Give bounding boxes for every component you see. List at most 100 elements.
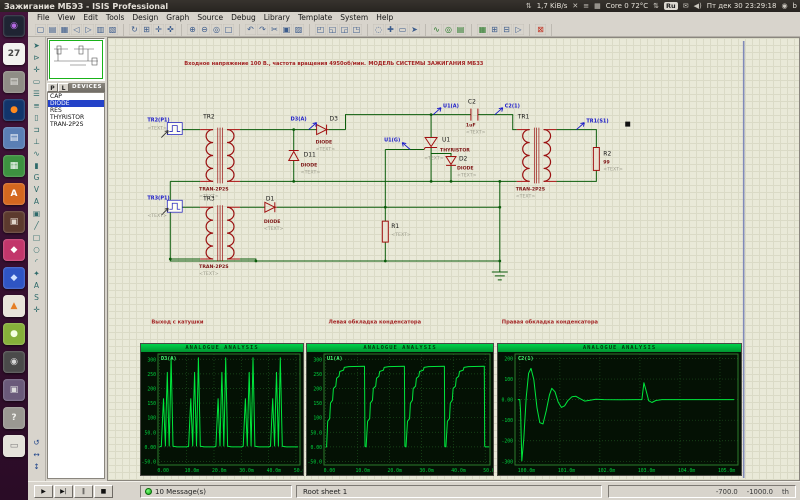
decompose-icon[interactable]: ➤ [409,24,420,35]
instrument-tool-icon[interactable]: ▣ [30,208,43,219]
launcher-calc[interactable]: ▦ [3,155,25,177]
launcher-firefox[interactable]: ● [3,99,25,121]
line-tool-icon[interactable]: ╱ [30,220,43,231]
zoom-area-icon[interactable]: □ [223,24,234,35]
zoom-all-icon[interactable]: ◎ [211,24,222,35]
junction-tool-icon[interactable]: ✛ [30,64,43,75]
property-tool-icon[interactable]: ▤ [455,24,466,35]
component-d1[interactable]: D1 DIODE <TEXT> [264,195,284,232]
launcher-purple-box[interactable]: ▣ [3,379,25,401]
launcher-dark-app[interactable]: ▣ [3,211,25,233]
launcher-camera[interactable]: ◉ [3,351,25,373]
bus-tool-icon[interactable]: ≡ [30,100,43,111]
pick-device-icon[interactable]: ◌ [373,24,384,35]
component-tool-icon[interactable]: ⊳ [30,52,43,63]
packaging-icon[interactable]: ▭ [397,24,408,35]
generator-tr3p1[interactable]: TR3(P1) <TEXT> [147,195,182,219]
menu-design[interactable]: Design [132,13,158,22]
redo-icon[interactable]: ↷ [257,24,268,35]
graph-tool-icon[interactable]: ∿ [30,148,43,159]
pick-devices-button[interactable]: P [47,83,58,92]
launcher-proteus[interactable]: ◉ [3,15,25,37]
block-rotate-icon[interactable]: ◲ [339,24,350,35]
mirror-v-button[interactable]: ↕ [30,461,43,472]
pause-button[interactable]: ‖ [74,485,93,498]
message-panel[interactable]: 10 Message(s) [140,485,292,498]
launcher-pink-app[interactable]: ◆ [3,239,25,261]
device-pin-tool-icon[interactable]: ⊥ [30,136,43,147]
graph-window-d3a[interactable]: ANALOGUE ANALYSIS 0.0010.0m20.0m30.0m40.… [140,343,304,476]
launcher-blue-app[interactable]: ◆ [3,267,25,289]
schematic-canvas[interactable]: Входное напряжение 100 В., частота враще… [107,37,800,481]
graph-window-u1a[interactable]: ANALOGUE ANALYSIS 0.0010.0m20.0m30.0m40.… [306,343,494,476]
component-tr1[interactable]: TR1 TRAN-2P2S <TEXT> [516,114,557,200]
new-sheet-icon[interactable]: ⊞ [489,24,500,35]
clock[interactable]: Пт дек 30 23:29:18 [707,2,777,10]
keyboard-layout-badge[interactable]: Ru [664,2,678,10]
cpu-temp[interactable]: Core 0 72°C [606,2,648,10]
box-tool-icon[interactable]: □ [30,232,43,243]
generator-tr2p1[interactable]: TR2(P1) <TEXT> [147,118,182,138]
probe-c21[interactable]: C2(1) [495,104,520,115]
make-device-icon[interactable]: ✚ [385,24,396,35]
play-button[interactable]: ▶ [34,485,53,498]
generator-tool-icon[interactable]: G [30,172,43,183]
launcher-orange-app[interactable]: A [3,183,25,205]
stop-button[interactable]: ■ [94,485,113,498]
menu-view[interactable]: View [58,13,76,22]
menu-edit[interactable]: Edit [83,13,98,22]
block-move-icon[interactable]: ◱ [327,24,338,35]
menu-file[interactable]: File [37,13,50,22]
launcher-green-app[interactable]: ● [3,323,25,345]
marker-tool-icon[interactable]: ✛ [30,304,43,315]
selection-tool-icon[interactable]: ➤ [30,40,43,51]
schematic-overview[interactable] [47,38,105,81]
erc-report-icon[interactable]: ⊠ [535,24,546,35]
launcher-trash[interactable]: ? [3,407,25,429]
wire-label-tool-icon[interactable]: ▭ [30,76,43,87]
session-icon[interactable]: ◉ [781,2,787,10]
menu-help[interactable]: Help [376,13,393,22]
component-r1[interactable]: R1 <TEXT> [382,221,411,242]
tape-recorder-tool-icon[interactable]: ▮ [30,160,43,171]
library-button[interactable]: L [58,83,69,92]
device-item-diode[interactable]: DIODE [48,100,104,107]
device-item-tran-2p2s[interactable]: TRAN-2P2S [48,121,104,128]
launcher-calendar[interactable]: 27 [3,43,25,65]
path-tool-icon[interactable]: ✦ [30,268,43,279]
print-area-icon[interactable]: ▧ [107,24,118,35]
network-arrows-icon[interactable]: ⇅ [526,2,532,10]
new-file-icon[interactable]: ▢ [35,24,46,35]
menu-graph[interactable]: Graph [166,13,189,22]
subcircuit-tool-icon[interactable]: ▯ [30,112,43,123]
search-tag-icon[interactable]: ◎ [443,24,454,35]
launcher-document[interactable]: ▤ [3,127,25,149]
print-icon[interactable]: ▥ [95,24,106,35]
indicator-icon-c[interactable]: ⇅ [653,2,659,10]
goto-sheet-icon[interactable]: ▷ [513,24,524,35]
component-c2[interactable]: C2 1uF <TEXT> [466,99,486,136]
step-button[interactable]: ▶| [54,485,73,498]
device-item-cap[interactable]: CAP [48,93,104,100]
menu-debug[interactable]: Debug [231,13,256,22]
probe-u1g[interactable]: U1(G) [384,138,410,150]
graph-window-c21[interactable]: ANALOGUE ANALYSIS 100.0m101.0m102.0m103.… [497,343,742,476]
device-item-res[interactable]: RES [48,107,104,114]
remove-sheet-icon[interactable]: ⊟ [501,24,512,35]
circle-tool-icon[interactable]: ○ [30,244,43,255]
launcher-files[interactable]: ▤ [3,71,25,93]
probe-tr1s1[interactable]: TR1(S1) [576,119,630,130]
redraw-icon[interactable]: ↻ [129,24,140,35]
undo-icon[interactable]: ↶ [245,24,256,35]
symbol-tool-icon[interactable]: S [30,292,43,303]
menu-source[interactable]: Source [197,13,223,22]
component-d3[interactable]: D3 DIODE <TEXT> [316,116,339,153]
current-probe-tool-icon[interactable]: A [30,196,43,207]
text-tool-icon[interactable]: A [30,280,43,291]
zoom-in-icon[interactable]: ⊕ [187,24,198,35]
paste-icon[interactable]: ▨ [293,24,304,35]
launcher-vlc[interactable]: ▲ [3,295,25,317]
copy-icon[interactable]: ▣ [281,24,292,35]
import-icon[interactable]: ◁ [71,24,82,35]
component-tr3[interactable]: TR3 TRAN-2P2S <TEXT> [199,195,240,277]
